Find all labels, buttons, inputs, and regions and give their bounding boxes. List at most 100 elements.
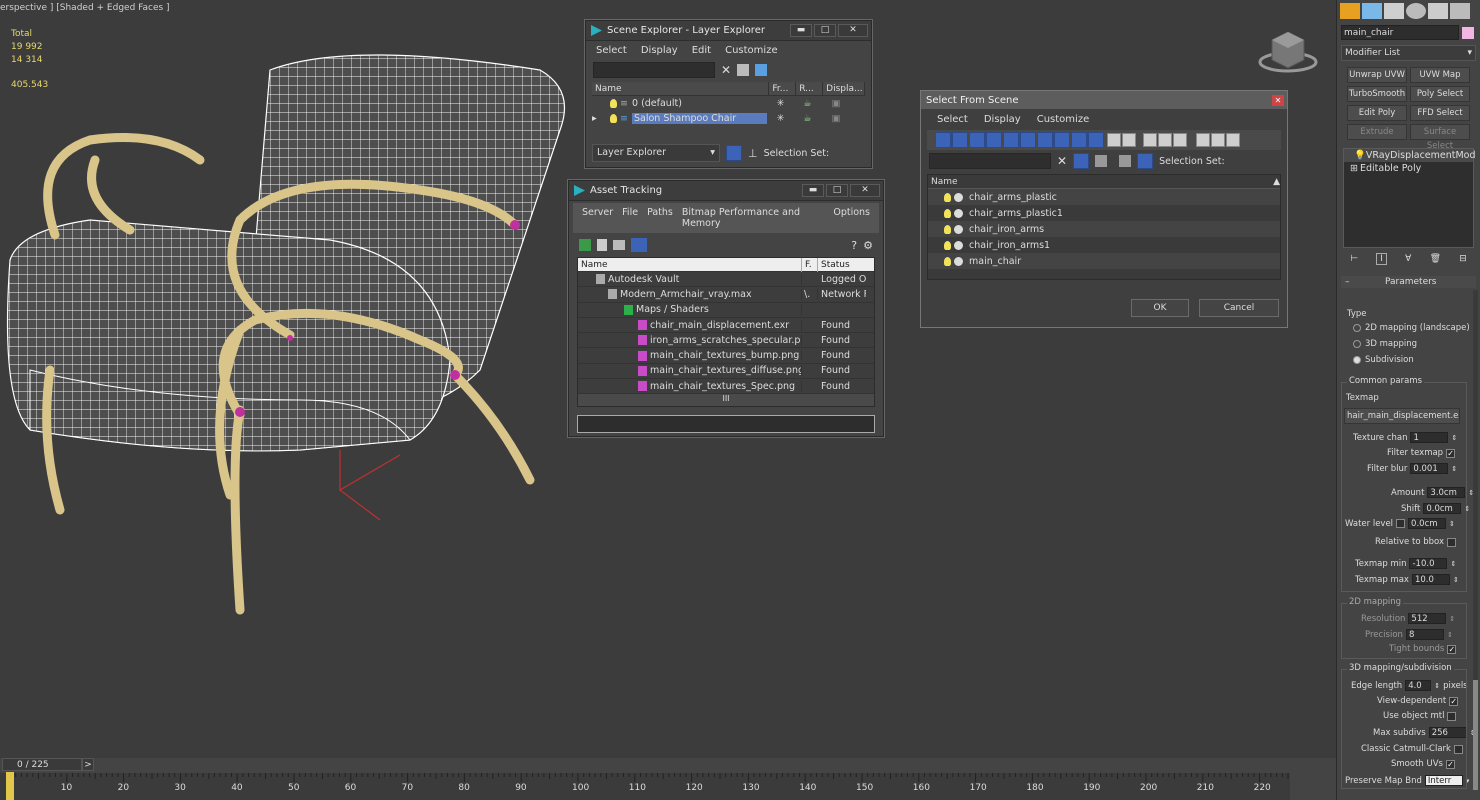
close-button[interactable]: ✕: [850, 184, 880, 197]
clear-search-icon[interactable]: ✕: [1057, 154, 1067, 168]
shift-control[interactable]: Shift 0.0cm ⇕: [1401, 503, 1470, 514]
asset-row[interactable]: chair_main_displacement.exr Found: [578, 318, 874, 334]
explorer-type-dropdown[interactable]: Layer Explorer ▾: [592, 144, 720, 162]
bones-filter-icon[interactable]: [1071, 132, 1087, 148]
texmap-max-value[interactable]: 10.0: [1411, 574, 1450, 585]
motion-tab-icon[interactable]: [1406, 3, 1426, 19]
shapes-filter-icon[interactable]: [952, 132, 968, 148]
spinner-arrows-icon[interactable]: ⇕: [1453, 576, 1459, 584]
expand-arrow-icon[interactable]: ▸: [592, 113, 602, 124]
horizontal-scrollbar[interactable]: III: [578, 394, 874, 406]
asset-row[interactable]: main_chair_textures_diffuse.png Found: [578, 364, 874, 380]
hidden-filter-icon[interactable]: [1122, 133, 1136, 147]
menu-file[interactable]: File: [622, 207, 638, 229]
teapot-icon[interactable]: ☕: [794, 113, 821, 124]
path-input[interactable]: [577, 415, 875, 433]
display-tab-icon[interactable]: [1428, 3, 1448, 19]
viewport-label[interactable]: erspective ] [Shaded + Edged Faces ]: [0, 3, 170, 13]
cameras-filter-icon[interactable]: [986, 132, 1002, 148]
checkbox[interactable]: [1396, 519, 1406, 528]
layer-mode-icon[interactable]: [726, 145, 742, 161]
list-icon[interactable]: [597, 239, 607, 251]
remove-modifier-icon[interactable]: 🗑: [1430, 254, 1441, 264]
maximize-button[interactable]: □: [814, 24, 836, 37]
spinner-arrows-icon[interactable]: ⇕: [1451, 465, 1457, 473]
groups-filter-icon[interactable]: [1037, 132, 1053, 148]
asset-row[interactable]: main_chair_textures_Spec.png Found: [578, 379, 874, 395]
search-input[interactable]: [929, 153, 1051, 169]
cancel-button[interactable]: Cancel: [1199, 299, 1279, 317]
light-bulb-icon[interactable]: [610, 114, 617, 123]
modifier-button[interactable]: Unwrap UVW: [1347, 67, 1407, 83]
modifier-button[interactable]: Extrude: [1347, 124, 1407, 140]
teapot-icon[interactable]: ☕: [794, 98, 821, 109]
scene-object-item[interactable]: chair_iron_arms1: [928, 237, 1280, 253]
scene-object-item[interactable]: chair_arms_plastic: [928, 189, 1280, 205]
minimize-button[interactable]: ▬: [790, 24, 812, 37]
modifier-button[interactable]: UVW Map: [1410, 67, 1470, 83]
sort-icon[interactable]: [1226, 133, 1240, 147]
modifier-button[interactable]: Edit Poly: [1347, 105, 1407, 121]
scene-object-item[interactable]: chair_arms_plastic1: [928, 205, 1280, 221]
menu-paths[interactable]: Paths: [647, 207, 673, 229]
show-end-result-icon[interactable]: I: [1376, 253, 1387, 265]
close-button[interactable]: ✕: [1272, 94, 1284, 106]
amount-control[interactable]: Amount 3.0cm ⇕: [1391, 487, 1474, 498]
asset-tracking-titlebar[interactable]: Asset Tracking ▬ □ ✕: [569, 181, 883, 201]
pin-stack-icon[interactable]: ⊢: [1350, 254, 1358, 264]
texmap-min-value[interactable]: -10.0: [1409, 558, 1448, 569]
shift-value[interactable]: 0.0cm: [1423, 503, 1462, 514]
utilities-tab-icon[interactable]: [1450, 3, 1470, 19]
light-bulb-icon[interactable]: [944, 208, 951, 218]
layer-explorer-titlebar[interactable]: Scene Explorer - Layer Explorer ▬ □ ✕: [586, 21, 871, 41]
col-freeze[interactable]: Fr...: [769, 81, 797, 96]
menu-customize[interactable]: Customize: [725, 45, 778, 56]
next-frame-button[interactable]: >: [82, 758, 94, 771]
light-bulb-icon[interactable]: [944, 192, 951, 202]
light-bulb-icon[interactable]: [944, 224, 951, 234]
texmap-max-control[interactable]: Texmap max 10.0 ⇕: [1355, 574, 1459, 585]
radio-3d-mapping[interactable]: 3D mapping: [1353, 339, 1417, 349]
panel-scrollbar[interactable]: [1473, 290, 1478, 790]
filter-icon[interactable]: [737, 64, 750, 76]
display-box-icon[interactable]: ▣: [821, 98, 851, 109]
menu-server[interactable]: Server: [582, 207, 613, 229]
asset-row[interactable]: Maps / Shaders: [578, 303, 874, 318]
layer-row[interactable]: ▸ ≡ Salon Shampoo Chair ✳ ☕ ▣: [592, 111, 865, 126]
menu-bitmap[interactable]: Bitmap Performance and Memory: [682, 207, 824, 229]
filter-texmap-control[interactable]: Filter texmap ✓: [1387, 448, 1456, 458]
col-name[interactable]: Name: [578, 257, 802, 272]
menu-edit[interactable]: Edit: [692, 45, 711, 56]
hierarchy-icon[interactable]: ⊥: [748, 147, 758, 160]
time-slider[interactable]: 0 / 225: [2, 758, 82, 771]
checkbox[interactable]: [1446, 537, 1456, 547]
water-level-value[interactable]: 0.0cm: [1408, 518, 1447, 529]
col-name[interactable]: Name: [928, 175, 1273, 189]
containers-filter-icon[interactable]: [1088, 132, 1104, 148]
settings-icon[interactable]: ⚙: [863, 239, 873, 252]
grid-view-icon[interactable]: [631, 238, 647, 252]
search-input[interactable]: [593, 62, 715, 78]
track-bar[interactable]: 10 20 30 40 50 60 70 80 90 100 110 120 130 140 150 160 1…: [0, 773, 1290, 800]
maximize-button[interactable]: □: [826, 184, 848, 197]
modifier-stack[interactable]: 💡 VRayDisplacementMod ⊞ Editable Poly: [1343, 148, 1476, 248]
radio-2d-mapping[interactable]: 2D mapping (landscape): [1353, 323, 1470, 333]
menu-options[interactable]: Options: [833, 207, 870, 229]
radio-subdivision[interactable]: Subdivision: [1353, 355, 1414, 365]
light-bulb-icon[interactable]: [944, 240, 951, 250]
menu-select[interactable]: Select: [937, 114, 968, 125]
frozen-filter-icon[interactable]: [1107, 133, 1121, 147]
asset-row[interactable]: main_chair_textures_bump.png Found: [578, 348, 874, 364]
viewcube[interactable]: [1258, 28, 1318, 74]
spinner-arrows-icon[interactable]: ⇕: [1451, 434, 1457, 442]
geometry-filter-icon[interactable]: [935, 132, 951, 148]
col-render[interactable]: R...: [796, 81, 824, 96]
scene-object-item[interactable]: chair_iron_arms: [928, 221, 1280, 237]
configure-sets-icon[interactable]: ⊟: [1459, 254, 1467, 264]
menu-display[interactable]: Display: [641, 45, 678, 56]
invert-display-icon[interactable]: [1173, 133, 1187, 147]
ok-button[interactable]: OK: [1131, 299, 1189, 317]
funnel-icon[interactable]: [1196, 133, 1210, 147]
modify-tab-icon[interactable]: [1362, 3, 1382, 19]
display-none-icon[interactable]: [1158, 133, 1172, 147]
